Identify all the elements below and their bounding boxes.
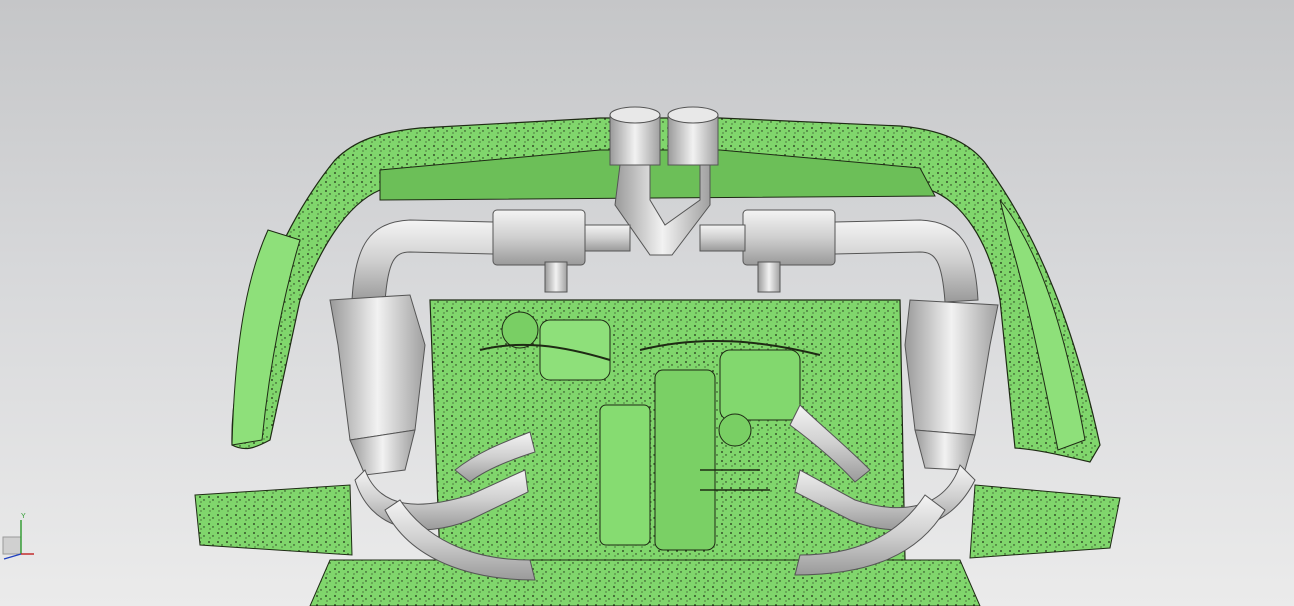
triad-z-axis <box>3 553 22 560</box>
triad-y-label: Y <box>21 513 26 520</box>
triad-origin-cube <box>2 536 22 555</box>
3d-viewport[interactable]: Y <box>0 0 1294 606</box>
cad-model-scene[interactable] <box>0 0 1294 606</box>
coordinate-triad: Y <box>0 512 40 562</box>
